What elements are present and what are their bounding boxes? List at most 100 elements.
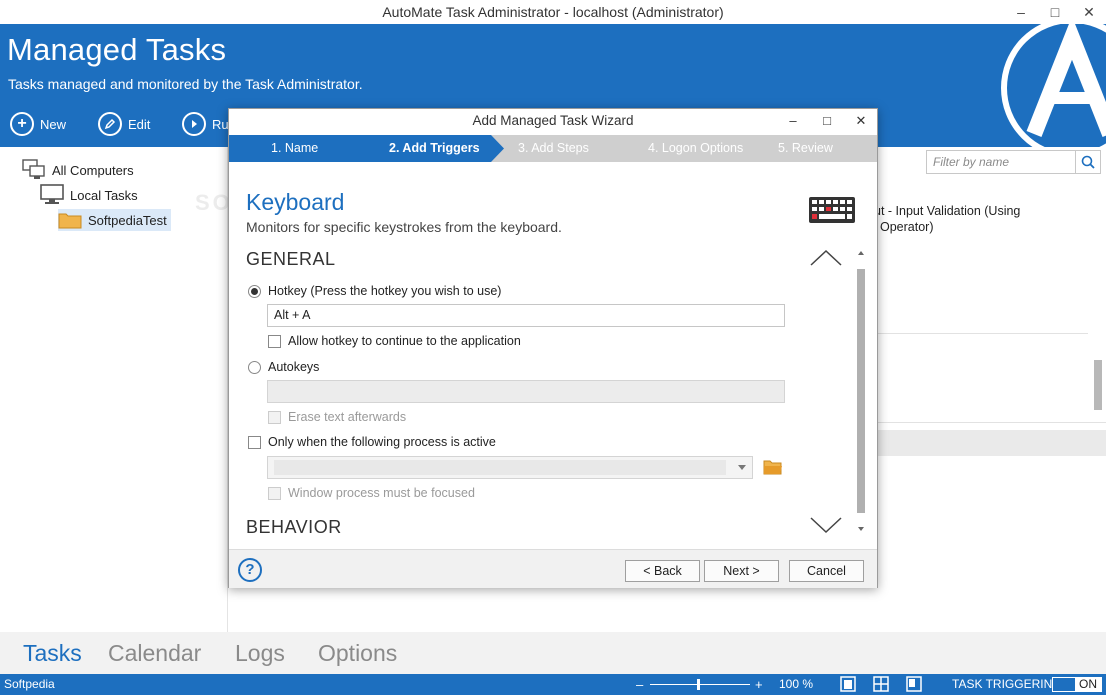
add-managed-task-wizard: Add Managed Task Wizard – □ ✕ 1. Name 2.…: [228, 108, 878, 588]
page-title: Managed Tasks: [7, 32, 227, 67]
only-process-label: Only when the following process is activ…: [268, 435, 496, 449]
cancel-button[interactable]: Cancel: [789, 560, 864, 582]
dialog-minimize-button[interactable]: –: [777, 109, 809, 133]
run-label: Ru: [212, 116, 229, 132]
tree-item-local-tasks[interactable]: Local Tasks: [40, 184, 138, 206]
autokeys-label: Autokeys: [268, 360, 320, 374]
tab-logs[interactable]: Logs: [235, 640, 285, 667]
search-button[interactable]: [1076, 150, 1101, 174]
toggle-knob: [1053, 678, 1075, 691]
process-select-fill: [274, 460, 726, 475]
minimize-button[interactable]: –: [1004, 0, 1038, 24]
dialog-footer: ? < Back Next > Cancel: [229, 549, 877, 588]
zoom-level: 100 %: [779, 677, 814, 691]
task-list-item-line: Operator): [880, 220, 934, 234]
chevron-down-icon: [738, 465, 746, 470]
tab-options[interactable]: Options: [318, 640, 397, 667]
dialog-scrollbar[interactable]: [857, 269, 865, 513]
computers-icon: [22, 159, 45, 179]
dialog-title: Add Managed Task Wizard: [472, 113, 634, 128]
tree-item-all-computers[interactable]: All Computers: [22, 159, 134, 181]
tab-tasks[interactable]: Tasks: [23, 640, 82, 667]
process-select[interactable]: [267, 456, 753, 479]
checkbox[interactable]: [268, 334, 281, 348]
radio-unselected[interactable]: [248, 360, 261, 374]
hotkey-radio[interactable]: Hotkey (Press the hotkey you wish to use…: [248, 284, 501, 298]
checkbox[interactable]: [248, 435, 261, 449]
general-heading: GENERAL: [246, 249, 336, 269]
scroll-down-icon[interactable]: [857, 525, 865, 533]
window-focused-checkbox[interactable]: Window process must be focused: [268, 486, 475, 500]
tree-item-label: Local Tasks: [70, 187, 138, 203]
task-list-item-line: ut - Input Validation (Using: [874, 204, 1021, 218]
zoom-out-button[interactable]: –: [636, 674, 643, 695]
tab-calendar[interactable]: Calendar: [108, 640, 201, 667]
next-button[interactable]: Next >: [704, 560, 779, 582]
status-bar: Softpedia – + 100 % TASK TRIGGERING ON: [0, 674, 1106, 695]
scroll-up-icon[interactable]: [857, 249, 865, 257]
tree-item-label: SoftpediaTest: [88, 212, 167, 228]
close-button[interactable]: ✕: [1072, 0, 1106, 24]
search-icon: [1081, 155, 1095, 169]
automate-logo-icon: [1001, 24, 1106, 147]
step-add-steps[interactable]: 3. Add Steps: [518, 135, 589, 162]
computers-tree: All Computers Local Tasks SoftpediaTest: [0, 147, 228, 632]
collapse-up-icon[interactable]: [809, 249, 843, 267]
filter-input[interactable]: Filter by name: [926, 150, 1076, 174]
help-button[interactable]: ?: [238, 558, 262, 582]
edit-button[interactable]: Edit: [98, 110, 150, 138]
window-focused-label: Window process must be focused: [288, 486, 475, 500]
task-triggering-label: TASK TRIGGERING: [952, 677, 1062, 691]
erase-text-label: Erase text afterwards: [288, 410, 407, 424]
expand-down-icon[interactable]: [809, 516, 843, 534]
browse-folder-icon[interactable]: [763, 459, 783, 475]
task-list-scrollbar[interactable]: [1094, 360, 1102, 410]
step-add-triggers[interactable]: 2. Add Triggers: [389, 135, 480, 162]
zoom-slider-track[interactable]: [650, 684, 750, 685]
back-button[interactable]: < Back: [625, 560, 700, 582]
step-name[interactable]: 1. Name: [271, 135, 318, 162]
status-text: Softpedia: [4, 677, 55, 691]
checkbox[interactable]: [268, 410, 281, 424]
dialog-title-bar: Add Managed Task Wizard – □ ✕: [229, 109, 877, 133]
only-process-checkbox[interactable]: Only when the following process is activ…: [248, 435, 496, 449]
run-button[interactable]: Ru: [182, 110, 229, 138]
new-button[interactable]: + New: [10, 110, 66, 138]
hotkey-field[interactable]: Alt + A: [267, 304, 785, 327]
dialog-close-button[interactable]: ✕: [845, 109, 877, 133]
radio-selected[interactable]: [248, 284, 261, 298]
checkbox[interactable]: [268, 486, 281, 500]
toggle-state: ON: [1079, 677, 1097, 691]
window-title-bar: AutoMate Task Administrator - localhost …: [0, 0, 1106, 24]
allow-hotkey-label: Allow hotkey to continue to the applicat…: [288, 334, 521, 348]
maximize-button[interactable]: □: [1038, 0, 1072, 24]
hotkey-label: Hotkey (Press the hotkey you wish to use…: [268, 284, 502, 298]
dialog-maximize-button[interactable]: □: [811, 109, 843, 133]
trigger-title: Keyboard: [246, 189, 345, 215]
task-list-band: [878, 430, 1106, 456]
step-logon-options[interactable]: 4. Logon Options: [648, 135, 743, 162]
computer-icon: [40, 184, 64, 204]
erase-text-checkbox[interactable]: Erase text afterwards: [268, 410, 406, 424]
plus-icon: +: [10, 112, 34, 136]
layout-single-icon[interactable]: [840, 676, 856, 692]
autokeys-radio[interactable]: Autokeys: [248, 360, 319, 374]
edit-label: Edit: [128, 116, 151, 132]
behavior-heading: BEHAVIOR: [246, 517, 342, 537]
layout-grid-icon[interactable]: [873, 676, 889, 692]
tree-item-softpediatest[interactable]: SoftpediaTest: [58, 209, 171, 231]
folder-icon: [58, 213, 82, 229]
bottom-nav: Tasks Calendar Logs Options: [0, 632, 1106, 674]
new-label: New: [40, 116, 67, 132]
zoom-slider-thumb[interactable]: [697, 679, 700, 690]
step-review[interactable]: 5. Review: [778, 135, 833, 162]
trigger-subtitle: Monitors for specific keystrokes from th…: [246, 219, 562, 235]
task-triggering-toggle[interactable]: ON: [1052, 677, 1102, 692]
task-list-item[interactable]: ut - Input Validation (Using Operator): [874, 203, 1044, 235]
play-icon: [182, 112, 206, 136]
layout-split-icon[interactable]: [906, 676, 922, 692]
allow-hotkey-checkbox[interactable]: Allow hotkey to continue to the applicat…: [268, 334, 521, 348]
keyboard-icon: [809, 197, 855, 223]
zoom-in-button[interactable]: +: [755, 674, 763, 695]
autokeys-field[interactable]: [267, 380, 785, 403]
